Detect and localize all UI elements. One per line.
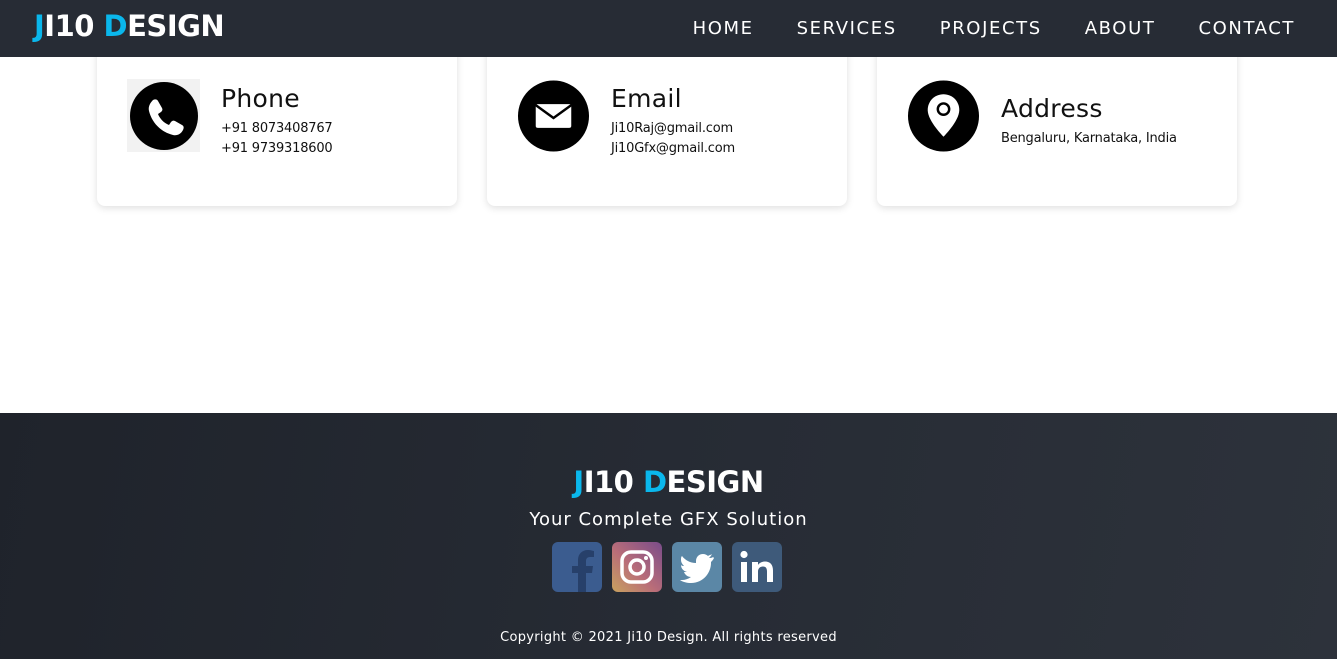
linkedin-icon[interactable] [732, 542, 782, 592]
facebook-icon[interactable] [552, 542, 602, 592]
email-address-2[interactable]: Ji10Gfx@gmail.com [611, 141, 735, 156]
footer-logo-letter-j: J [573, 465, 584, 499]
email-address-1[interactable]: Ji10Raj@gmail.com [611, 121, 733, 136]
envelope-icon [517, 79, 590, 152]
logo-text: I10 [44, 9, 104, 43]
phone-title: Phone [221, 84, 300, 113]
nav-link-about[interactable]: ABOUT [1085, 18, 1156, 39]
navbar: JI10 DESIGN HOME SERVICES PROJECTS ABOUT… [0, 0, 1337, 57]
footer-logo[interactable]: JI10 DESIGN [0, 464, 1337, 500]
phone-number-1[interactable]: +91 8073408767 [221, 121, 333, 136]
phone-icon [127, 79, 200, 152]
email-title: Email [611, 84, 682, 113]
nav-links: HOME SERVICES PROJECTS ABOUT CONTACT [650, 0, 1295, 57]
map-pin-icon [907, 79, 980, 152]
address-line: Bengaluru, Karnataka, India [1001, 131, 1177, 146]
footer-logo-text: I10 [583, 465, 643, 499]
nav-link-contact[interactable]: CONTACT [1198, 18, 1295, 39]
logo-letter-d: D [103, 9, 128, 43]
phone-card: Phone +91 8073408767 +91 9739318600 [97, 40, 457, 206]
instagram-icon[interactable] [612, 542, 662, 592]
address-card: Address Bengaluru, Karnataka, India [877, 40, 1237, 206]
nav-link-services[interactable]: SERVICES [797, 18, 897, 39]
copyright: Copyright © 2021 Ji10 Design. All rights… [500, 630, 837, 645]
logo-text-end: ESIGN [127, 9, 225, 43]
footer: JI10 DESIGN Your Complete GFX Solution C… [0, 413, 1337, 659]
footer-logo-text-end: ESIGN [666, 465, 765, 499]
nav-link-projects[interactable]: PROJECTS [940, 18, 1042, 39]
logo-letter-j: J [34, 9, 45, 43]
social-links [552, 542, 782, 592]
email-card: Email Ji10Raj@gmail.com Ji10Gfx@gmail.co… [487, 40, 847, 206]
phone-number-2[interactable]: +91 9739318600 [221, 141, 333, 156]
address-title: Address [1001, 94, 1103, 123]
site-logo[interactable]: JI10 DESIGN [34, 9, 225, 43]
footer-tagline: Your Complete GFX Solution [529, 509, 808, 530]
twitter-icon[interactable] [672, 542, 722, 592]
nav-link-home[interactable]: HOME [693, 18, 754, 39]
footer-logo-letter-d: D [642, 465, 667, 499]
